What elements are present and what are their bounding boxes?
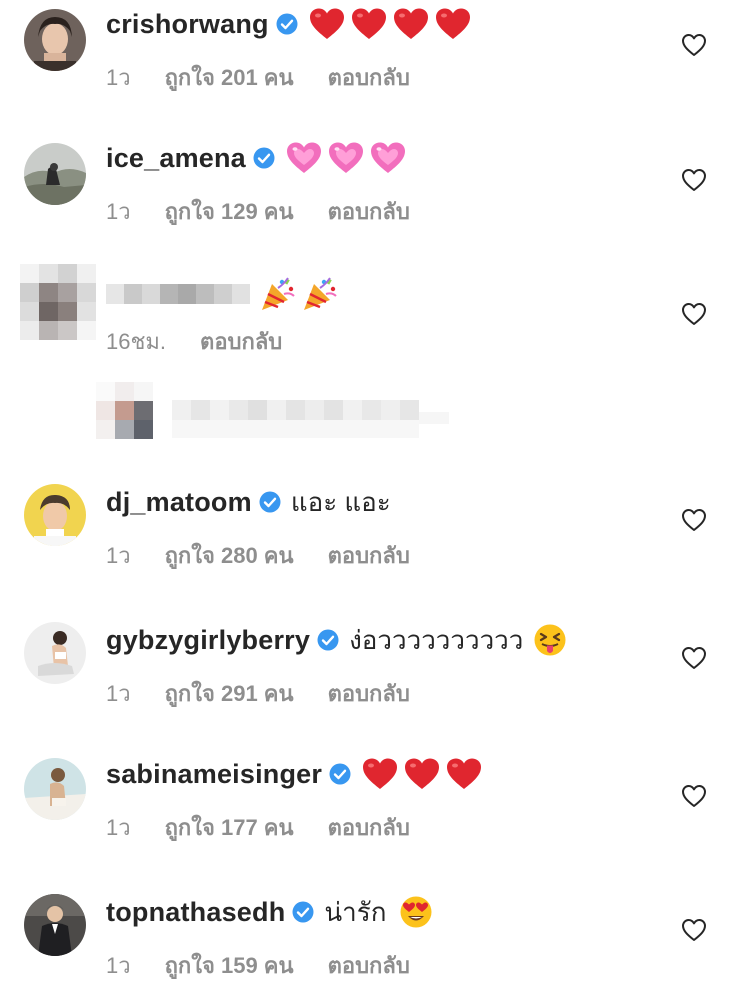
heart-red-emoji [447,758,482,789]
like-heart-icon[interactable] [681,508,707,532]
like-count[interactable]: ถูกใจ 201 คน [165,60,294,95]
heart-red-emoji [435,8,470,39]
reply-button[interactable]: ตอบกลับ [328,948,410,983]
comment-emoji [285,141,411,175]
comment-emoji [399,895,437,929]
like-count[interactable]: ถูกใจ 280 คน [165,538,294,573]
comment-item: ice_amena 1ว ถูกใจ 129 คน ตอบกลับ [0,138,750,248]
like-heart-icon[interactable] [681,33,707,57]
heart-pink-emoji [328,142,363,173]
comment-emoji [308,7,476,41]
heart-pink-emoji [286,142,321,173]
comment-item: sabinameisinger 1ว ถูกใจ 177 คน ตอบกลับ [0,754,750,864]
party-popper-emoji [262,277,295,310]
comment-time: 16ชม. [106,328,167,354]
verified-badge-icon [292,901,314,923]
comment-text: แอะ แอะ [290,486,391,517]
heart-red-emoji [309,8,344,39]
like-heart-icon[interactable] [681,168,707,192]
comment-emoji [258,276,342,312]
heart-red-emoji [405,758,440,789]
heart-red-emoji [393,8,428,39]
comment-time: 1ว [106,198,131,224]
party-popper-emoji [304,277,337,310]
avatar[interactable] [24,758,86,820]
like-count[interactable]: ถูกใจ 159 คน [165,948,294,983]
like-count[interactable]: ถูกใจ 177 คน [165,810,294,845]
username[interactable]: sabinameisinger [106,759,322,790]
comment-item: crishorwang 1ว ถูกใจ 201 คน ตอบกลับ [0,4,750,114]
tongue-squint-face-emoji [534,624,566,656]
verified-badge-icon [253,147,275,169]
verified-badge-icon [259,491,281,513]
like-heart-icon[interactable] [681,302,707,326]
username[interactable]: ice_amena [106,143,246,174]
comment-emoji [533,623,571,657]
comment-text: ง่อวววววววววว [349,624,524,655]
verified-badge-icon [329,763,351,785]
comment-emoji [361,757,487,791]
comment-time: 1ว [106,952,131,978]
comment-item: topnathasedh น่ารัก 1ว ถูกใจ 159 คน ตอบก… [0,892,750,1002]
comment-text: น่ารัก [324,896,387,927]
like-heart-icon[interactable] [681,646,707,670]
username[interactable]: topnathasedh [106,897,285,928]
heart-pink-emoji [370,142,405,173]
reply-button[interactable]: ตอบกลับ [328,676,410,711]
heart-red-emoji [363,758,398,789]
username[interactable]: dj_matoom [106,487,252,518]
verified-badge-icon [276,13,298,35]
like-heart-icon[interactable] [681,784,707,808]
like-count[interactable]: ถูกใจ 291 คน [165,676,294,711]
verified-badge-icon [317,629,339,651]
comment-item: dj_matoom แอะ แอะ 1ว ถูกใจ 280 คน ตอบกลั… [0,482,750,592]
comment-item: gybzygirlyberry ง่อวววววววววว 1ว ถูกใจ 2… [0,620,750,730]
reply-button[interactable]: ตอบกลับ [328,810,410,845]
heart-eyes-face-emoji [400,896,431,928]
comment-time: 1ว [106,64,131,90]
avatar[interactable] [24,894,86,956]
comment-time: 1ว [106,814,131,840]
like-count[interactable]: ถูกใจ 129 คน [165,194,294,229]
comment-item: 16ชม. ตอบกลับ [0,264,750,382]
username[interactable]: gybzygirlyberry [106,625,310,656]
avatar[interactable] [24,143,86,205]
comment-time: 1ว [106,680,131,706]
avatar[interactable] [24,9,86,71]
avatar[interactable] [24,622,86,684]
reply-button[interactable]: ตอบกลับ [328,194,410,229]
reply-button[interactable]: ตอบกลับ [200,324,282,359]
reply-button[interactable]: ตอบกลับ [328,538,410,573]
avatar[interactable] [24,484,86,546]
like-heart-icon[interactable] [681,918,707,942]
avatar-pixelated[interactable] [20,264,96,340]
pixelated-reply-preview [96,382,456,442]
username-pixelated[interactable] [106,284,250,304]
username[interactable]: crishorwang [106,9,269,40]
reply-button[interactable]: ตอบกลับ [328,60,410,95]
comment-time: 1ว [106,542,131,568]
heart-red-emoji [351,8,386,39]
